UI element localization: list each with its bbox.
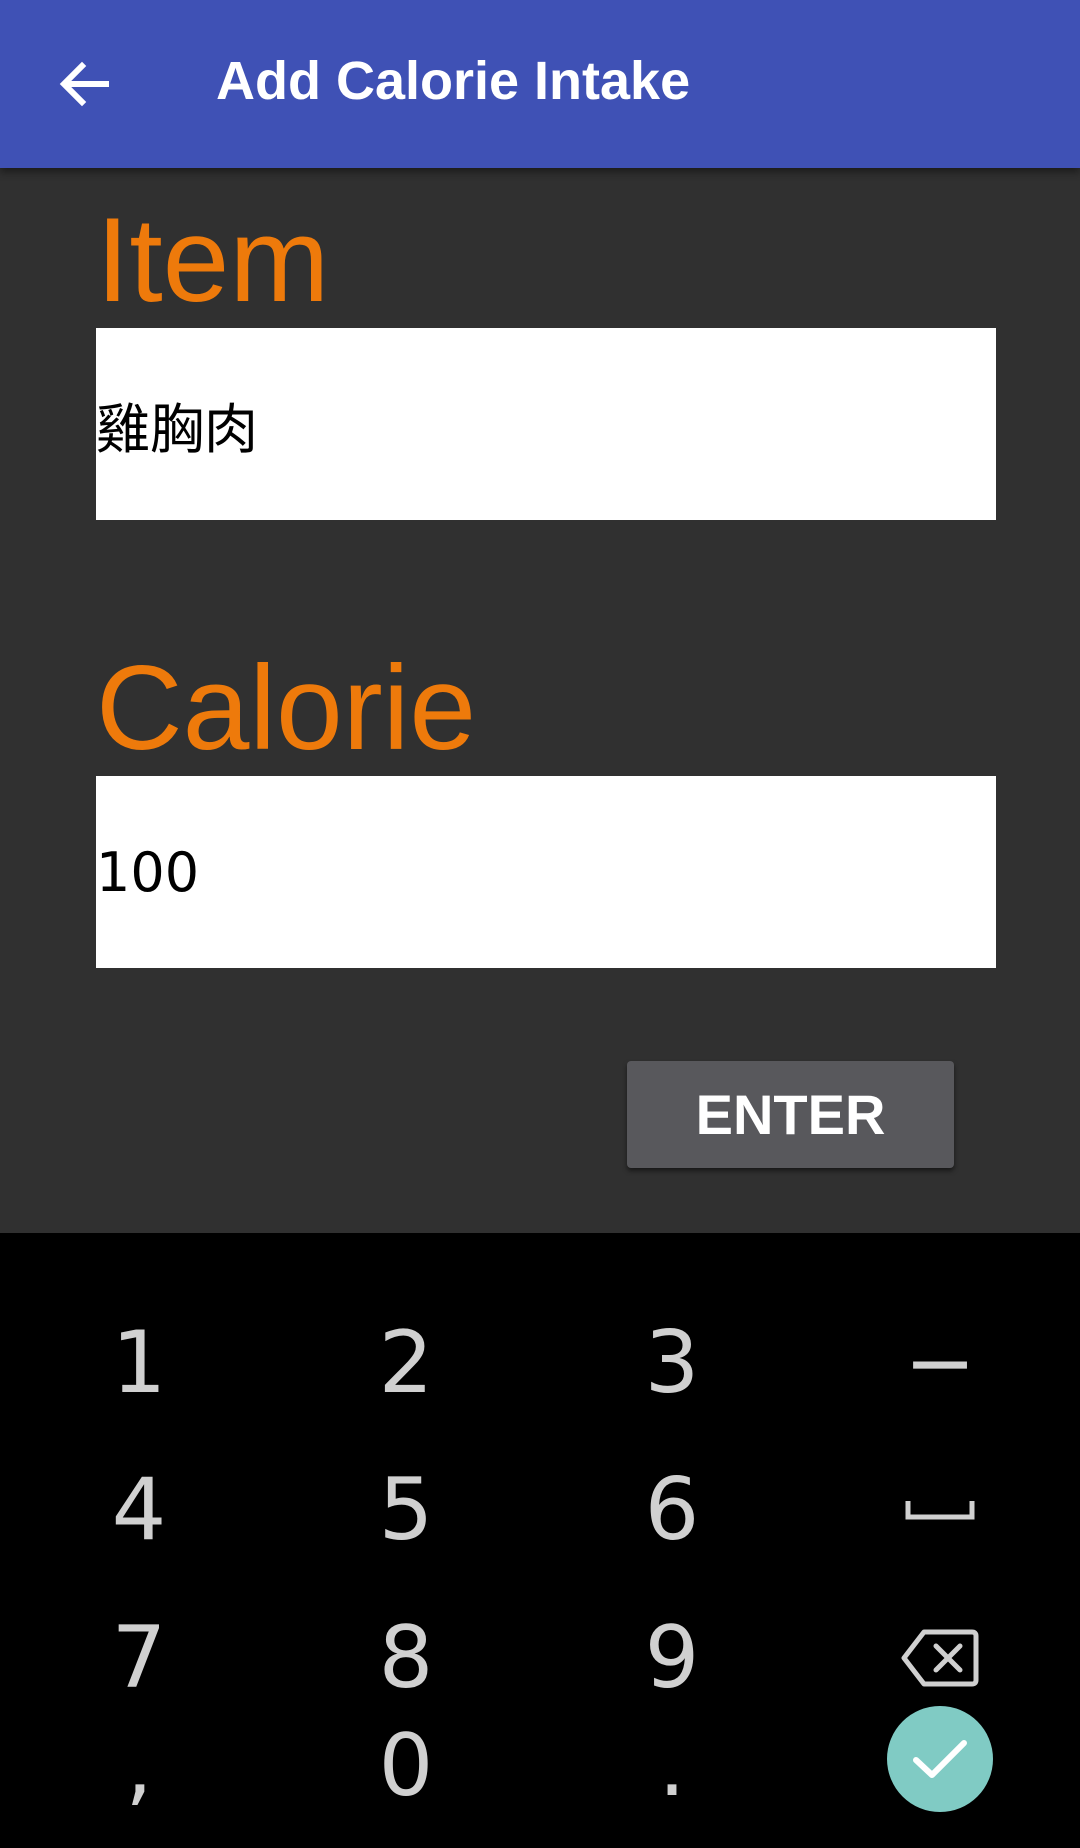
key-space[interactable] — [805, 1436, 1075, 1584]
key-5[interactable]: 5 — [271, 1436, 541, 1584]
calorie-label: Calorie — [96, 641, 477, 775]
backspace-icon — [901, 1629, 979, 1687]
key-period[interactable]: . — [537, 1706, 807, 1826]
calorie-input[interactable]: 100 — [96, 776, 996, 968]
key-comma[interactable]: , — [4, 1706, 274, 1826]
item-input[interactable]: 雞胸肉 — [96, 328, 996, 520]
form-content: Item 雞胸肉 Calorie 100 ENTER — [0, 168, 1080, 1233]
back-button[interactable] — [44, 44, 124, 124]
app-bar: Add Calorie Intake — [0, 0, 1080, 168]
key-2[interactable]: 2 — [271, 1289, 541, 1437]
key-3[interactable]: 3 — [537, 1289, 807, 1437]
key-4[interactable]: 4 — [4, 1436, 274, 1584]
numeric-keyboard: 1 2 3 − 4 5 6 7 8 9 , 0 . — [0, 1233, 1080, 1848]
item-label: Item — [96, 193, 330, 327]
page-title: Add Calorie Intake — [216, 51, 691, 111]
key-minus[interactable]: − — [805, 1289, 1075, 1437]
enter-button[interactable]: ENTER — [627, 1061, 954, 1168]
key-6[interactable]: 6 — [537, 1436, 807, 1584]
arrow-back-icon — [59, 61, 109, 107]
space-bar-icon — [905, 1501, 975, 1520]
key-1[interactable]: 1 — [4, 1289, 274, 1437]
checkmark-icon — [913, 1740, 967, 1778]
done-key[interactable] — [887, 1706, 993, 1812]
key-0[interactable]: 0 — [271, 1706, 541, 1826]
